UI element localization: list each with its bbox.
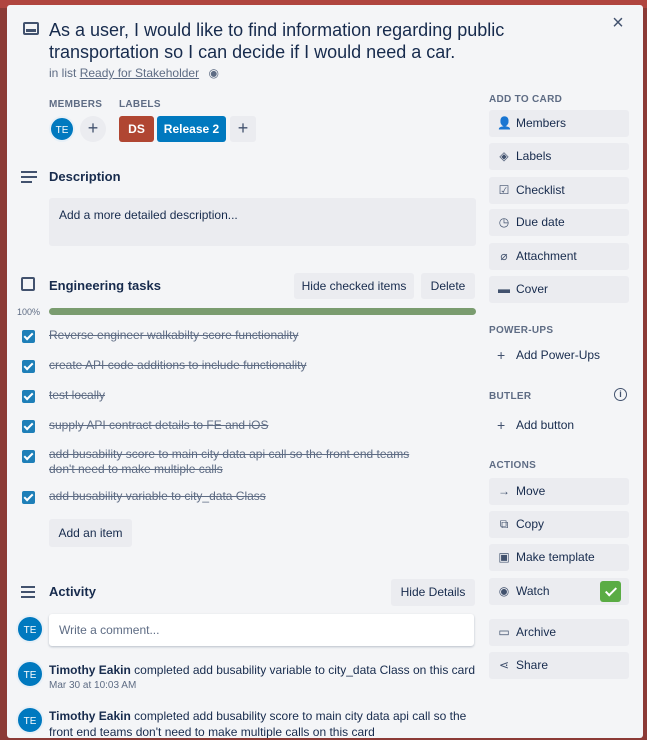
checklist-icon xyxy=(21,277,35,291)
cover-icon: ▬ xyxy=(498,282,510,296)
close-button[interactable]: × xyxy=(607,13,629,35)
info-icon[interactable]: i xyxy=(614,388,627,401)
powerups-heading: POWER-UPS xyxy=(489,325,554,336)
sidebar-button-label: Cover xyxy=(516,282,549,296)
clock-icon: ◷ xyxy=(498,215,510,229)
card-title[interactable]: As a user, I would like to find informat… xyxy=(49,19,609,63)
checklist-item-text[interactable]: add busability score to main city data a… xyxy=(49,447,414,477)
delete-checklist-button[interactable]: Delete xyxy=(421,273,475,299)
share-icon: ⋖ xyxy=(498,658,510,672)
description-heading: Description xyxy=(49,169,121,184)
add-powerups-label: Add Power-Ups xyxy=(516,348,601,362)
sidebar-due-date-button[interactable]: ◷ Due date xyxy=(489,209,629,236)
activity-author[interactable]: Timothy Eakin xyxy=(49,663,131,677)
plus-icon: + xyxy=(497,347,506,363)
plus-icon: + xyxy=(497,417,506,433)
description-icon xyxy=(21,171,37,185)
sidebar-button-label: Members xyxy=(516,116,567,130)
sidebar-checklist-button[interactable]: ☑ Checklist xyxy=(489,177,629,204)
add-label-button[interactable]: + xyxy=(230,116,256,142)
add-checklist-item-button[interactable]: Add an item xyxy=(49,519,132,547)
person-icon: 👤 xyxy=(497,116,512,130)
action-copy-button[interactable]: ⧉ Copy xyxy=(489,511,629,538)
action-label: Share xyxy=(516,658,549,672)
butler-heading: BUTLER xyxy=(489,391,532,402)
sidebar-cover-button[interactable]: ▬ Cover xyxy=(489,276,629,303)
checklist-item-text[interactable]: supply API contract details to FE and iO… xyxy=(49,418,429,433)
action-label: Make template xyxy=(516,550,595,564)
tag-icon: ◈ xyxy=(499,149,509,163)
action-archive-button[interactable]: ▭ Archive xyxy=(489,619,629,646)
checklist-item-text[interactable]: create API code additions to include fun… xyxy=(49,358,429,373)
member-avatar[interactable]: TE xyxy=(49,116,75,142)
current-user-avatar: TE xyxy=(16,615,44,643)
add-butler-button[interactable]: + Add button xyxy=(489,417,575,433)
card-detail-modal: × As a user, I would like to find inform… xyxy=(7,5,643,738)
sidebar-button-label: Labels xyxy=(516,149,552,163)
checklist-percent: 100% xyxy=(17,307,41,317)
action-share-button[interactable]: ⋖ Share xyxy=(489,652,629,679)
actions-heading: ACTIONS xyxy=(489,460,537,471)
eye-icon: ◉ xyxy=(498,584,510,598)
sidebar-button-label: Checklist xyxy=(516,183,565,197)
watch-check-icon xyxy=(600,581,621,602)
activity-entry: Timothy Eakin completed add busability s… xyxy=(49,708,479,738)
checkbox-icon: ☑ xyxy=(498,183,510,197)
arrow-right-icon: → xyxy=(498,484,510,498)
add-to-card-heading: ADD TO CARD xyxy=(489,94,563,105)
sidebar-button-label: Due date xyxy=(516,215,565,229)
checklist-item-checkbox[interactable] xyxy=(22,491,35,504)
action-watch-button[interactable]: ◉ Watch xyxy=(489,578,629,605)
checklist-item-text[interactable]: test locally xyxy=(49,388,429,403)
checklist-progress xyxy=(49,308,476,315)
template-icon: ▣ xyxy=(498,550,510,564)
activity-heading: Activity xyxy=(49,584,96,599)
action-label: Watch xyxy=(516,584,550,598)
paperclip-icon: ⌀ xyxy=(500,249,508,263)
add-powerups-button[interactable]: + Add Power-Ups xyxy=(489,347,601,363)
label-release-2[interactable]: Release 2 xyxy=(157,116,226,142)
action-move-button[interactable]: → Move xyxy=(489,478,629,505)
add-button-label: Add button xyxy=(516,418,575,432)
activity-author[interactable]: Timothy Eakin xyxy=(49,709,131,723)
hide-checked-button[interactable]: Hide checked items xyxy=(294,273,414,299)
sidebar-attachment-button[interactable]: ⌀ Attachment xyxy=(489,243,629,270)
activity-text: completed add busability variable to cit… xyxy=(134,663,475,677)
members-heading: MEMBERS xyxy=(49,99,103,110)
activity-avatar: TE xyxy=(16,660,44,688)
action-make-template-button[interactable]: ▣ Make template xyxy=(489,544,629,571)
sidebar-members-button[interactable]: 👤 Members xyxy=(489,110,629,137)
action-label: Copy xyxy=(516,517,545,531)
checklist-item-checkbox[interactable] xyxy=(22,330,35,343)
labels-heading: LABELS xyxy=(119,99,161,110)
sidebar-labels-button[interactable]: ◈ Labels xyxy=(489,143,629,170)
description-input[interactable]: Add a more detailed description... xyxy=(49,198,476,246)
checklist-progress-fill xyxy=(49,308,476,315)
copy-icon: ⧉ xyxy=(499,517,509,531)
activity-avatar: TE xyxy=(16,706,44,734)
checklist-item-checkbox[interactable] xyxy=(22,390,35,403)
checklist-item-checkbox[interactable] xyxy=(22,420,35,433)
checklist-item-checkbox[interactable] xyxy=(22,360,35,373)
list-name-link[interactable]: Ready for Stakeholder xyxy=(80,66,199,80)
action-label: Move xyxy=(516,484,546,498)
comment-input[interactable]: Write a comment... xyxy=(49,614,474,646)
action-label: Archive xyxy=(516,625,557,639)
in-list-line: in list Ready for Stakeholder ◉ xyxy=(49,66,219,80)
activity-entry: Timothy Eakin completed add busability v… xyxy=(49,662,479,678)
checklist-heading[interactable]: Engineering tasks xyxy=(49,278,161,293)
in-list-prefix: in list xyxy=(49,66,77,80)
checklist-item-text[interactable]: Reverse engineer walkabilty score functi… xyxy=(49,328,429,343)
card-icon xyxy=(23,22,39,35)
activity-icon xyxy=(21,586,35,600)
sidebar-button-label: Attachment xyxy=(516,249,577,263)
hide-details-button[interactable]: Hide Details xyxy=(391,579,475,606)
add-member-button[interactable]: + xyxy=(80,116,106,142)
checklist-item-checkbox[interactable] xyxy=(22,450,35,463)
label-ds[interactable]: DS xyxy=(119,116,154,142)
archive-icon: ▭ xyxy=(498,625,510,639)
eye-icon: ◉ xyxy=(208,66,219,80)
checklist-item-text[interactable]: add busability variable to city_data Cla… xyxy=(49,489,429,504)
activity-time[interactable]: Mar 30 at 10:03 AM xyxy=(49,680,136,691)
